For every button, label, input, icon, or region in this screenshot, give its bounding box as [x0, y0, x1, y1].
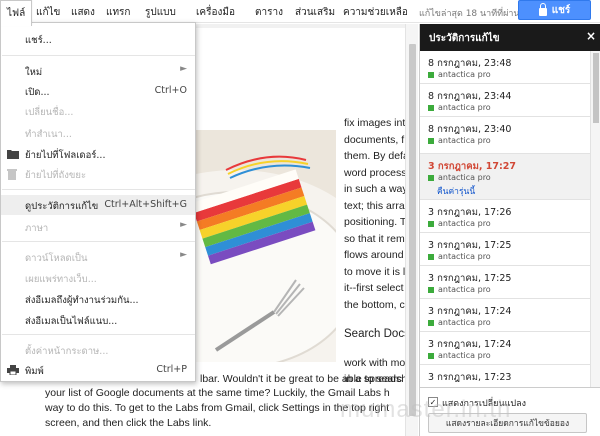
- menu-divider: [2, 241, 195, 242]
- doc-line: them. By defa: [344, 150, 409, 162]
- submenu-arrow-icon: ►: [180, 220, 187, 230]
- panel-header: ประวัติการแก้ไข ×: [420, 24, 600, 51]
- doc-line: word process: [344, 167, 407, 179]
- panel-footer: ✓ แสดงการเปลี่ยนแปลง แสดงรายละเอียดการแก…: [420, 387, 600, 436]
- menu-item-print[interactable]: พิมพ์ Ctrl+P: [1, 360, 195, 380]
- revision-item[interactable]: 3 กรกฎาคม, 17:24 antactica pro: [420, 332, 590, 365]
- doc-line: lbar. Wouldn't it be great to be able to…: [200, 373, 403, 385]
- menu-edit[interactable]: แก้ไข: [36, 5, 60, 20]
- menu-help[interactable]: ความช่วยเหลือ: [343, 5, 408, 20]
- menu-file[interactable]: ไฟล์: [0, 0, 33, 26]
- ruler: [196, 24, 418, 28]
- revision-item[interactable]: 3 กรกฎาคม, 17:26 antactica pro: [420, 200, 590, 233]
- show-changes-label: แสดงการเปลี่ยนแปลง: [442, 399, 527, 409]
- menu-item-page-setup: ตั้งค่าหน้ากระดาษ...: [25, 346, 109, 357]
- doc-line: your list of Google documents at the sam…: [45, 387, 390, 399]
- author-color-icon: [428, 352, 434, 359]
- doc-line: in such a way: [344, 183, 408, 195]
- author-color-icon: [428, 174, 434, 181]
- revision-item[interactable]: 3 กรกฎาคม, 17:25 antactica pro: [420, 233, 590, 266]
- menu-item-email-attachment[interactable]: ส่งอีเมลเป็นไฟล์แนบ...: [1, 310, 195, 330]
- menu-table[interactable]: ตาราง: [255, 5, 283, 20]
- lock-icon: [538, 2, 547, 16]
- menu-item-publish: เผยแพร่ทางเว็บ...: [25, 274, 97, 285]
- menu-item-language: ภาษา ►: [25, 220, 187, 234]
- menu-view[interactable]: แสดง: [71, 5, 95, 20]
- author-color-icon: [428, 319, 434, 326]
- menu-item-download-as: ดาวน์โหลดเป็น ►: [25, 250, 187, 264]
- menu-item-open[interactable]: เปิด... Ctrl+O: [1, 81, 195, 101]
- doc-heading: Search Docs: [344, 328, 410, 340]
- revision-item[interactable]: 8 กรกฎาคม, 23:40 antactica pro: [420, 117, 590, 154]
- doc-line: way to do this. To get to the Labs from …: [45, 402, 390, 414]
- rainbow-cake-photo: [196, 130, 336, 362]
- menu-item-email-collaborators[interactable]: ส่งอีเมลถึงผู้ทำงานร่วมกัน...: [1, 289, 195, 309]
- revision-item[interactable]: 8 กรกฎาคม, 23:48 antactica pro: [420, 51, 590, 84]
- panel-scrollbar[interactable]: [590, 51, 600, 411]
- menu-item-make-copy: ทำสำเนา...: [25, 129, 72, 140]
- cake-image: [196, 130, 336, 362]
- menu-divider: [2, 55, 195, 56]
- show-changes-checkbox[interactable]: ✓: [428, 397, 438, 407]
- menu-item-new[interactable]: ใหม่ ►: [1, 61, 195, 81]
- submenu-arrow-icon: ►: [180, 64, 187, 74]
- menu-item-revision-history[interactable]: ดูประวัติการแก้ไข Ctrl+Alt+Shift+G: [1, 195, 195, 215]
- doc-line: fix images int: [344, 117, 406, 129]
- share-button[interactable]: แชร์: [518, 0, 591, 20]
- revision-item[interactable]: 3 กรกฎาคม, 17:24 antactica pro: [420, 299, 590, 332]
- doc-line: so that it rem: [344, 233, 405, 245]
- menu-item-rename: เปลี่ยนชื่อ...: [25, 107, 74, 118]
- share-button-label: แชร์: [551, 4, 571, 16]
- document-scrollbar[interactable]: [405, 24, 418, 436]
- author-color-icon: [428, 137, 434, 144]
- detailed-revisions-button[interactable]: แสดงรายละเอียดการแก้ไขข้อยอง: [428, 413, 587, 433]
- doc-line: screen, and then click the Labs link.: [45, 417, 212, 429]
- submenu-arrow-icon: ►: [180, 250, 187, 260]
- doc-line: flows around: [344, 249, 404, 261]
- menu-item-move-to-trash: ย้ายไปที่ถังขยะ: [1, 164, 195, 184]
- revision-item-selected[interactable]: 3 กรกฎาคม, 17:27 antactica pro คืนค่ารุ่…: [420, 154, 590, 200]
- menu-insert[interactable]: แทรก: [106, 5, 130, 20]
- menu-item-move-to-folder[interactable]: ย้ายไปที่โฟลเดอร์...: [1, 144, 195, 164]
- menu-bar: ไฟล์ แก้ไข แสดง แทรก รูปแบบ เครื่องมือ ต…: [0, 0, 600, 26]
- menu-tools[interactable]: เครื่องมือ: [196, 5, 235, 20]
- author-color-icon: [428, 286, 434, 293]
- doc-line: work with mo: [344, 357, 406, 369]
- menu-format[interactable]: รูปแบบ: [145, 5, 176, 20]
- file-menu: แชร์... ใหม่ ► เปิด... Ctrl+O เปลี่ยนชื่อ.…: [0, 22, 196, 382]
- restore-revision-link[interactable]: คืนค่ารุ่นนี้: [437, 184, 475, 198]
- author-color-icon: [428, 253, 434, 260]
- doc-line: text; this arra: [344, 200, 405, 212]
- revision-history-panel: ประวัติการแก้ไข × 8 กรกฎาคม, 23:48 antac…: [419, 24, 600, 436]
- trash-icon: [7, 169, 17, 180]
- doc-line: documents, f: [344, 134, 405, 146]
- menu-divider: [2, 334, 195, 335]
- close-icon[interactable]: ×: [586, 29, 596, 43]
- scrollbar-thumb[interactable]: [593, 53, 599, 123]
- doc-line: positioning. T: [344, 216, 407, 228]
- folder-icon: [7, 150, 19, 159]
- doc-line: to move it is l: [344, 266, 406, 278]
- doc-line: it--first select: [344, 282, 404, 294]
- scrollbar-thumb[interactable]: [409, 44, 416, 416]
- menu-item-share[interactable]: แชร์...: [1, 29, 195, 49]
- author-color-icon: [428, 220, 434, 227]
- menu-addons[interactable]: ส่วนเสริม: [295, 5, 335, 20]
- printer-icon: [7, 365, 19, 375]
- last-edit-status[interactable]: แก้ไขล่าสุด 18 นาทีที่ผ่านมา: [419, 6, 531, 20]
- menu-divider: [2, 189, 195, 190]
- author-color-icon: [428, 71, 434, 78]
- revision-item[interactable]: 3 กรกฎาคม, 17:23: [420, 365, 590, 387]
- revision-item[interactable]: 8 กรกฎาคม, 23:44 antactica pro: [420, 84, 590, 117]
- panel-title: ประวัติการแก้ไข: [429, 33, 500, 44]
- doc-line: the bottom, c: [344, 299, 405, 311]
- author-color-icon: [428, 104, 434, 111]
- revision-item[interactable]: 3 กรกฎาคม, 17:25 antactica pro: [420, 266, 590, 299]
